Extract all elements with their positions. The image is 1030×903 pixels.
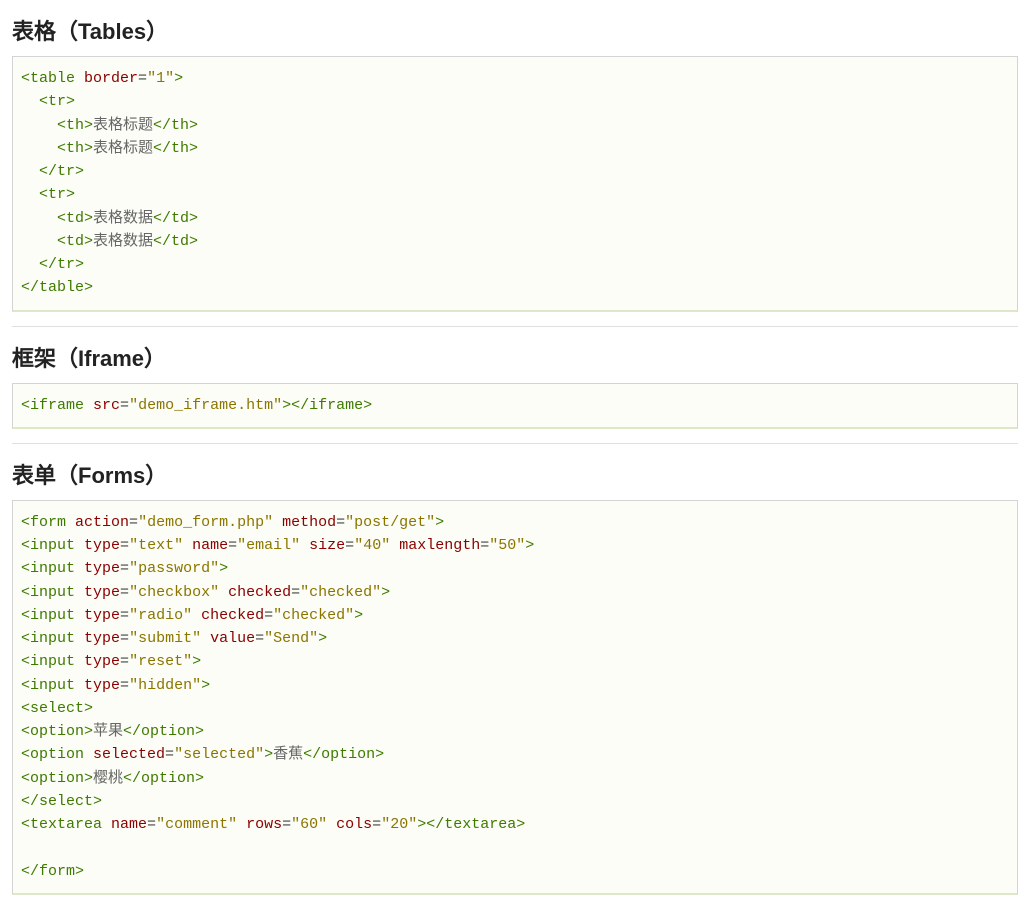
section-heading-forms: 表单（Forms） xyxy=(12,458,1018,490)
section-heading-iframe: 框架（Iframe） xyxy=(12,341,1018,373)
code-block-tables: <table border="1"> <tr> <th>表格标题</th> <t… xyxy=(12,56,1018,312)
code-block-iframe: <iframe src="demo_iframe.htm"></iframe> xyxy=(12,383,1018,429)
divider xyxy=(12,326,1018,327)
code-block-forms: <form action="demo_form.php" method="pos… xyxy=(12,500,1018,895)
divider xyxy=(12,443,1018,444)
section-heading-tables: 表格（Tables） xyxy=(12,14,1018,46)
